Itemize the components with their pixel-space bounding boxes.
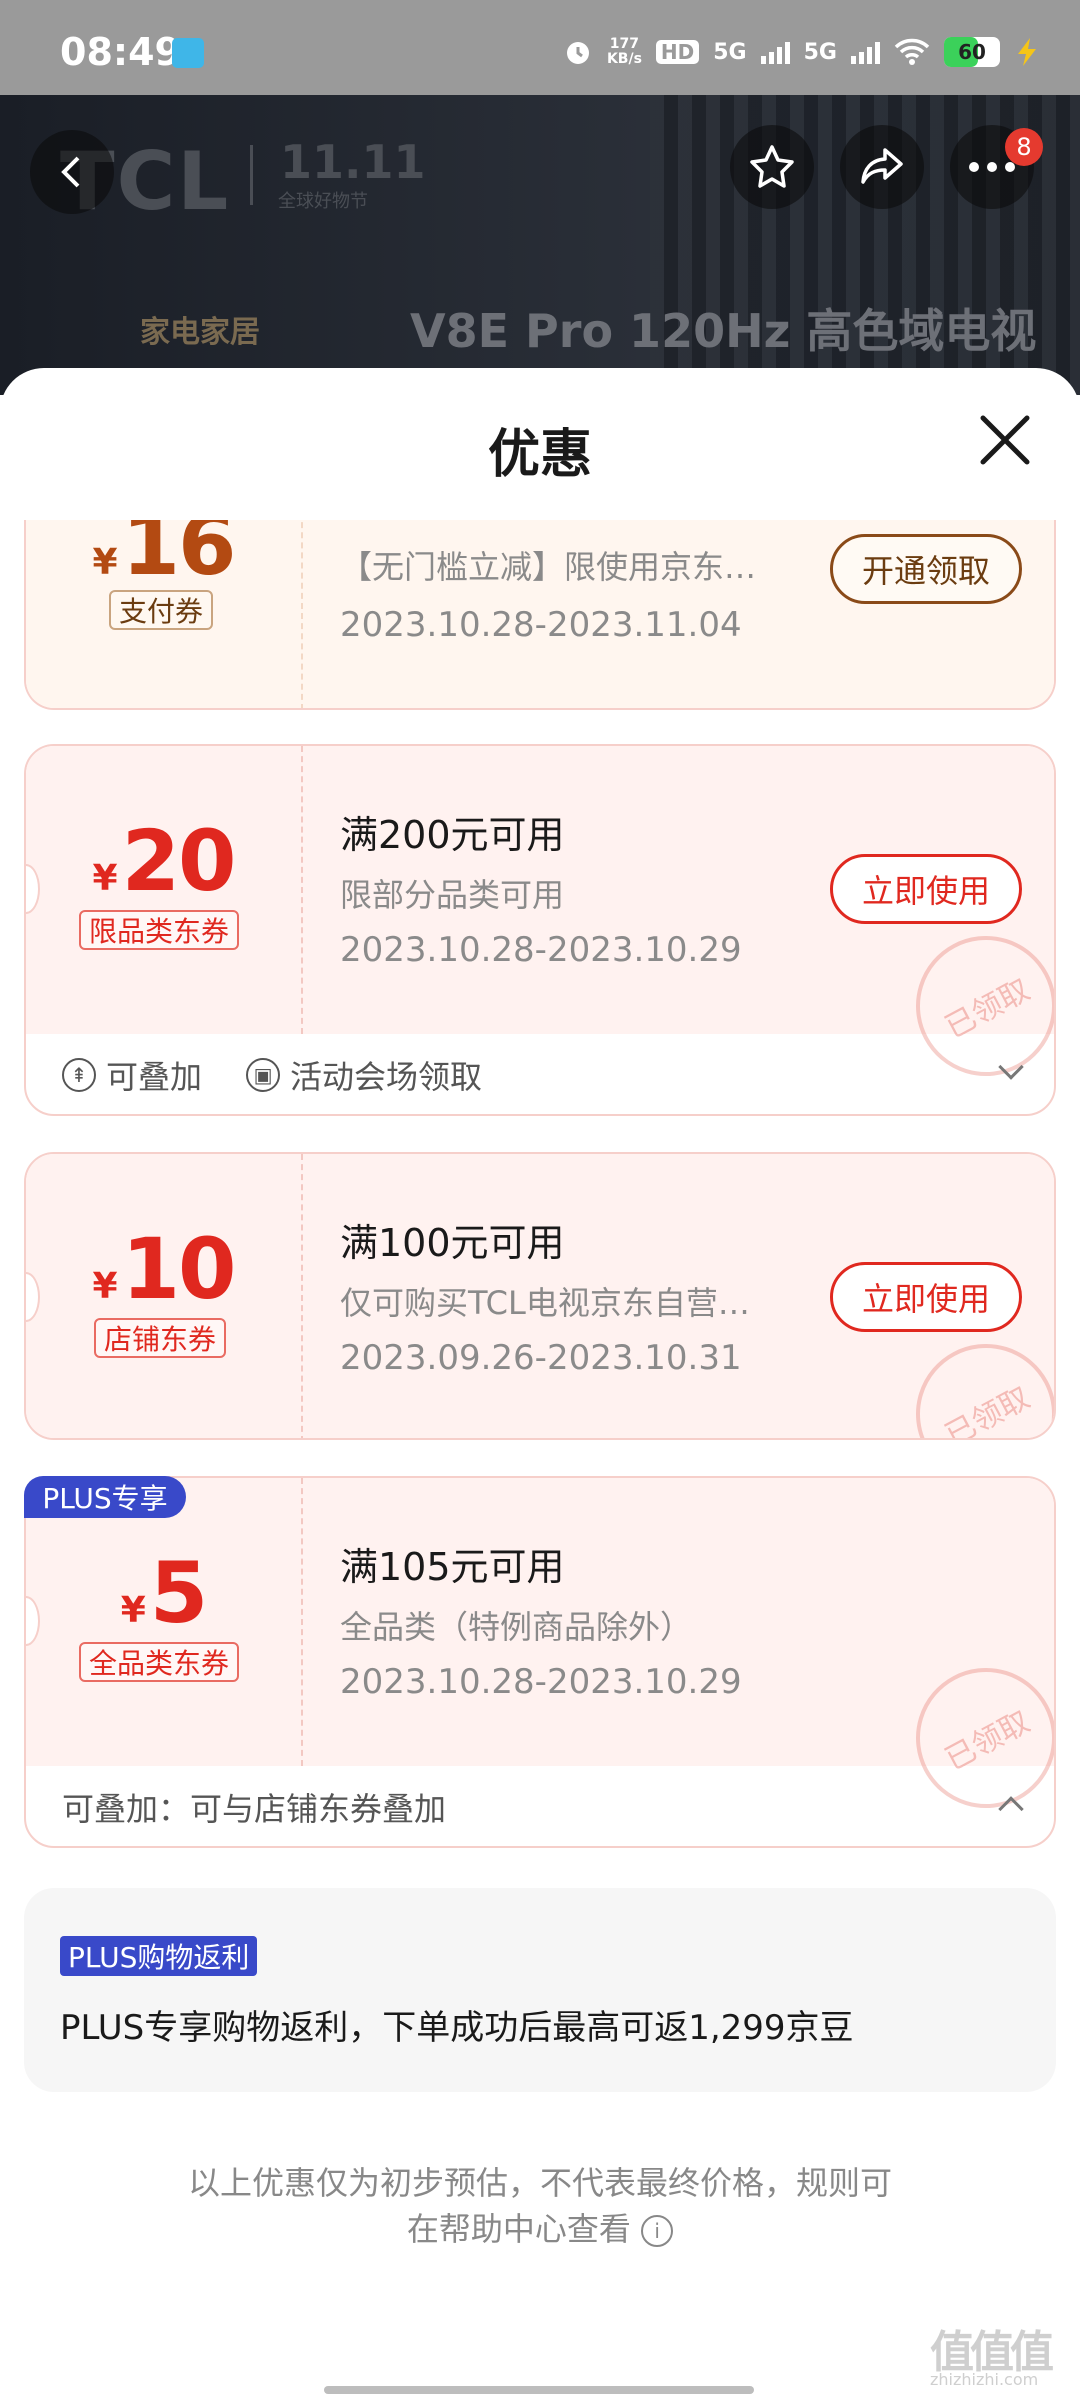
coupon-card: ¥10 店铺东券 满100元可用 仅可购买TCL电视京东自营… 2023.09.… (24, 1152, 1056, 1440)
status-time: 08:49 (60, 30, 181, 74)
ticket-icon: ▣ (246, 1058, 281, 1092)
coupon-title: 满200元可用 (340, 813, 565, 857)
more-icon (969, 162, 1015, 172)
sim1-label: 5G (713, 39, 747, 65)
notification-badge: 8 (1005, 128, 1043, 166)
coupon-type-tag: 全品类东券 (79, 1642, 240, 1682)
coupon-date: 2023.10.28-2023.10.29 (340, 930, 742, 970)
coupon-type-tag: 限品类东券 (79, 910, 240, 950)
event-subtitle: 全球好物节 (278, 191, 368, 212)
share-icon (861, 148, 903, 184)
status-indicators: 177 KB/s HD 5G 5G 60 (563, 32, 1040, 72)
coupon-description: 限部分品类可用 (340, 876, 565, 914)
battery-icon: 60 (944, 37, 1000, 67)
product-title: V8E Pro 120Hz 高色域电视 (410, 304, 1037, 358)
coupon-type-tag: 支付券 (109, 590, 214, 630)
use-now-button[interactable]: 立即使用 (830, 1262, 1022, 1332)
plus-exclusive-badge: PLUS专享 (24, 1476, 186, 1518)
plus-rebate-tag: PLUS购物返利 (60, 1936, 258, 1976)
coupon-amount: ¥5 (120, 1544, 209, 1642)
coupon-footer[interactable]: ⇞ 可叠加 ▣ 活动会场领取 (26, 1034, 1054, 1114)
open-claim-button[interactable]: 开通领取 (830, 534, 1022, 604)
chevron-down-icon[interactable] (998, 1054, 1024, 1080)
event-logo: 11.11 (280, 135, 426, 189)
coupon-date: 2023.10.28-2023.10.29 (340, 1662, 742, 1702)
brand-divider (250, 145, 253, 205)
banner-text: 家电家居 (140, 315, 260, 350)
plus-rebate-panel (24, 1888, 1056, 2092)
stackable-note: 可叠加：可与店铺东券叠加 (62, 1790, 447, 1828)
plus-rebate-text: PLUS专享购物返利，下单成功后最高可返1,299京豆 (60, 2008, 854, 2048)
use-now-button[interactable]: 立即使用 (830, 854, 1022, 924)
status-bar: 08:49 177 KB/s HD 5G 5G 60 (0, 0, 1080, 95)
coupon-amount: ¥10 (92, 1220, 237, 1318)
coupon-amount: ¥16 (92, 512, 237, 594)
coupon-title: 满105元可用 (340, 1545, 565, 1589)
signal-icon (851, 40, 880, 64)
coupon-title: 满100元可用 (340, 1221, 565, 1265)
source-label: 活动会场领取 (290, 1058, 483, 1096)
back-button[interactable] (30, 130, 114, 214)
charging-icon (1018, 38, 1036, 66)
back-arrow-icon (61, 156, 80, 188)
disclaimer: 以上优惠仅为初步预估，不代表最终价格，规则可 在帮助中心查看 i (120, 2160, 960, 2252)
stack-icon: ⇞ (62, 1058, 96, 1092)
home-indicator[interactable] (324, 2386, 754, 2394)
coupon-description: 全品类（特例商品除外） (340, 1608, 693, 1646)
app-notification-icon (172, 38, 204, 68)
coupon-description: 【无门槛立减】限使用京东… (340, 548, 757, 586)
coupon-type-tag: 店铺东券 (94, 1318, 227, 1358)
coupon-card: ¥16 支付券 【无门槛立减】限使用京东… 2023.10.28-2023.11… (24, 512, 1056, 710)
info-icon[interactable]: i (641, 2215, 674, 2247)
hd-badge: HD (655, 40, 700, 64)
stackable-label: 可叠加 (106, 1058, 203, 1096)
coupon-card: ¥20 限品类东券 满200元可用 限部分品类可用 2023.10.28-202… (24, 744, 1056, 1116)
favorite-button[interactable] (730, 125, 814, 209)
chevron-up-icon[interactable] (998, 1796, 1024, 1822)
net-speed: 177 KB/s (606, 36, 642, 67)
watermark-site: zhizhizhi.com (930, 2370, 1039, 2389)
close-icon[interactable] (975, 410, 1035, 470)
coupon-card: ¥5 全品类东券 满105元可用 全品类（特例商品除外） 2023.10.28-… (24, 1476, 1056, 1848)
sim2-label: 5G (803, 39, 837, 65)
alarm-icon (566, 42, 589, 64)
coupon-description: 仅可购买TCL电视京东自营… (340, 1284, 750, 1322)
signal-icon (760, 40, 790, 64)
disclaimer-line: 在帮助中心查看 i (120, 2206, 960, 2252)
coupon-date: 2023.10.28-2023.11.04 (340, 605, 742, 645)
disclaimer-line: 以上优惠仅为初步预估，不代表最终价格，规则可 (187, 2164, 892, 2202)
share-button[interactable] (840, 125, 924, 209)
coupon-footer[interactable]: 可叠加：可与店铺东券叠加 (26, 1766, 1054, 1846)
coupon-date: 2023.09.26-2023.10.31 (340, 1338, 742, 1378)
coupon-amount: ¥20 (92, 812, 237, 910)
product-header: TCL 11.11 全球好物节 家电家居 V8E Pro 120Hz 高色域电视 (0, 95, 1080, 395)
star-icon (750, 145, 794, 188)
wifi-icon (894, 38, 930, 65)
sheet-title: 优惠 (487, 425, 592, 485)
sheet-header-mask (0, 480, 1080, 520)
